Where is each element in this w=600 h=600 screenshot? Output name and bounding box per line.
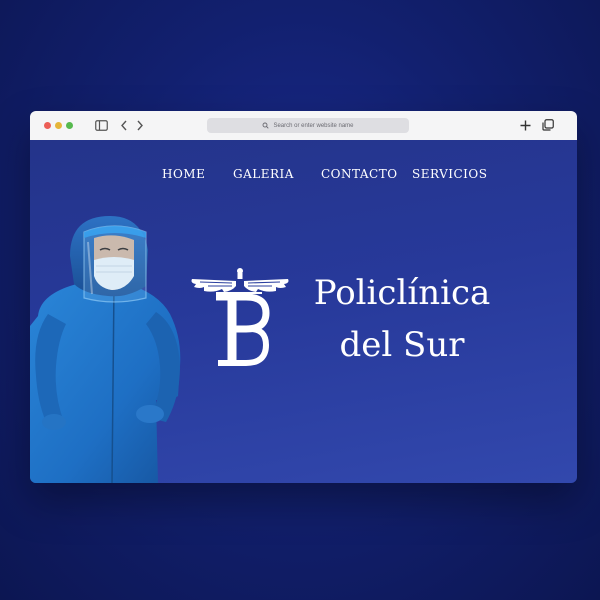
new-tab-icon[interactable] <box>519 118 531 132</box>
address-placeholder: Search or enter website name <box>273 122 354 129</box>
doctor-in-ppe-image <box>30 216 181 483</box>
nav-contacto-link[interactable]: CONTACTO <box>321 167 398 181</box>
nav-home-link[interactable]: HOME <box>162 167 205 181</box>
nav-galeria-link[interactable]: GALERIA <box>233 167 294 181</box>
winged-ps-monogram-icon <box>191 268 289 366</box>
brand-name: Policlínica del Sur <box>292 267 512 371</box>
sidebar-toggle-icon[interactable] <box>94 118 108 132</box>
minimize-window-button[interactable] <box>55 122 62 129</box>
browser-toolbar: Search or enter website name <box>30 111 577 141</box>
search-icon <box>263 122 270 129</box>
nav-servicios-link[interactable]: SERVICIOS <box>412 167 487 181</box>
browser-window: Search or enter website name HOME GALERI… <box>30 111 577 483</box>
brand-line-2: del Sur <box>339 325 465 365</box>
website-page: HOME GALERIA CONTACTO SERVICIOS Policlín… <box>30 140 577 483</box>
close-window-button[interactable] <box>44 122 51 129</box>
address-bar[interactable]: Search or enter website name <box>207 118 409 133</box>
back-icon[interactable] <box>118 118 130 132</box>
forward-icon[interactable] <box>134 118 146 132</box>
tab-overview-icon[interactable] <box>542 118 554 132</box>
brand-line-1: Policlínica <box>313 273 491 313</box>
maximize-window-button[interactable] <box>66 122 73 129</box>
